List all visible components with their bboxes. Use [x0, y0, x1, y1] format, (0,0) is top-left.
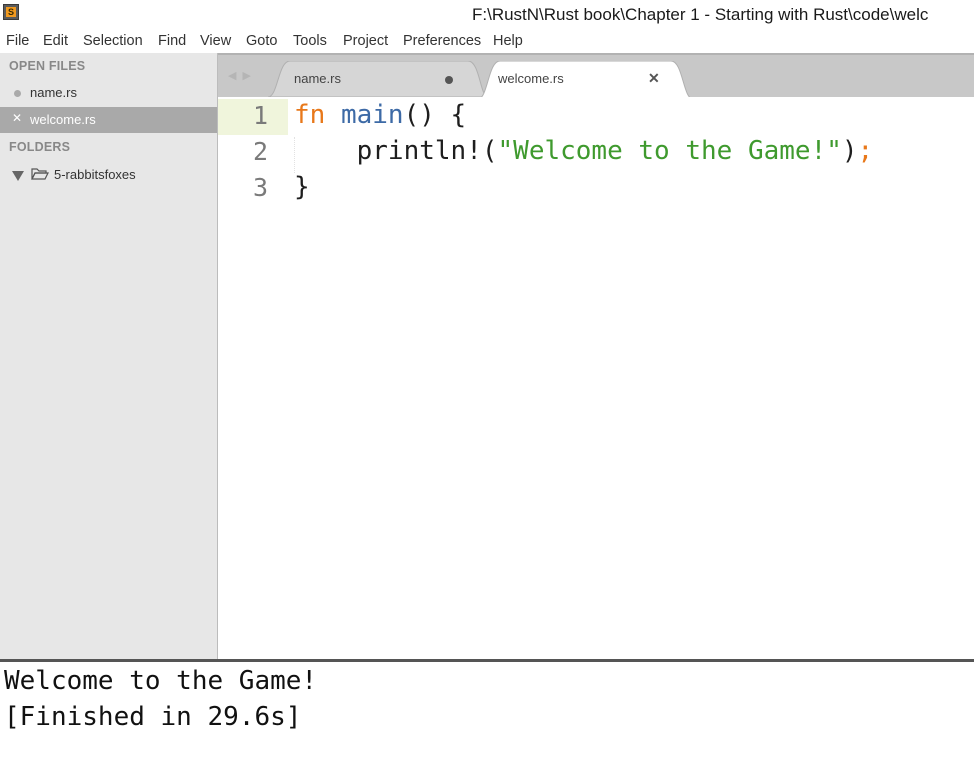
menu-edit[interactable]: Edit — [43, 33, 68, 49]
open-file-label: name.rs — [30, 85, 77, 100]
menu-file[interactable]: File — [6, 33, 29, 49]
sublime-app-icon[interactable]: S — [3, 4, 19, 20]
menu-find[interactable]: Find — [158, 33, 186, 49]
title-bar: S F:\RustN\Rust book\Chapter 1 - Startin… — [0, 0, 974, 31]
unsaved-dot-icon[interactable] — [445, 76, 453, 84]
function-name: main — [340, 100, 404, 130]
folder-label: 5-rabbitsfoxes — [54, 167, 136, 182]
semicolon: ; — [857, 136, 874, 166]
folder-5-rabbitsfoxes[interactable]: 5-rabbitsfoxes — [0, 164, 217, 184]
code-line-3: } — [294, 172, 310, 202]
tab-label: name.rs — [294, 71, 341, 86]
modified-dot-icon — [14, 90, 21, 97]
window-title: F:\RustN\Rust book\Chapter 1 - Starting … — [472, 5, 929, 24]
code-line-1: fn main() { — [294, 100, 466, 130]
menu-goto[interactable]: Goto — [246, 33, 277, 49]
line-number: 3 — [252, 173, 268, 202]
menu-selection[interactable]: Selection — [83, 33, 143, 49]
tab-name-rs[interactable]: name.rs — [268, 61, 488, 97]
close-tab-icon[interactable]: ✕ — [648, 70, 660, 87]
code-editor[interactable]: 1 2 3 fn main() { println!("Welcome to t… — [218, 97, 974, 659]
line-number: 1 — [252, 101, 268, 130]
build-output-panel[interactable]: Welcome to the Game! [Finished in 29.6s] — [0, 662, 974, 763]
tab-welcome-rs[interactable]: welcome.rs ✕ — [478, 61, 693, 99]
code-text: } — [294, 172, 310, 202]
expand-triangle-icon[interactable] — [12, 171, 24, 181]
code-text: () { — [403, 100, 467, 130]
sidebar: OPEN FILES name.rs ✕ welcome.rs FOLDERS … — [0, 53, 218, 659]
keyword-fn: fn — [294, 100, 326, 130]
menu-tools[interactable]: Tools — [293, 33, 327, 49]
app-icon-letter: S — [6, 7, 16, 17]
folders-header: FOLDERS — [9, 140, 71, 154]
menu-help[interactable]: Help — [493, 33, 523, 49]
tab-nav-arrows-icon[interactable]: ◀▶ — [228, 69, 257, 82]
menu-view[interactable]: View — [200, 33, 231, 49]
macro-call: println!( — [356, 136, 498, 166]
code-text: ) — [841, 136, 858, 166]
code-line-2: println!("Welcome to the Game!"); — [294, 136, 874, 166]
line-number: 2 — [252, 137, 268, 166]
open-file-name-rs[interactable]: name.rs — [0, 80, 217, 106]
output-line: [Finished in 29.6s] — [4, 702, 302, 732]
folder-open-icon — [31, 168, 49, 180]
tab-label: welcome.rs — [498, 71, 564, 86]
menu-project[interactable]: Project — [343, 33, 388, 49]
open-file-welcome-rs[interactable]: ✕ welcome.rs — [0, 107, 217, 133]
string-literal: "Welcome to the Game!" — [497, 136, 842, 166]
open-file-label: welcome.rs — [30, 112, 96, 127]
output-line: Welcome to the Game! — [4, 666, 318, 696]
tab-bar: ◀▶ name.rs welcome.rs ✕ — [218, 53, 974, 99]
open-files-header: OPEN FILES — [9, 59, 86, 73]
menu-bar: File Edit Selection Find View Goto Tools… — [0, 31, 974, 53]
close-file-icon[interactable]: ✕ — [12, 111, 22, 125]
menu-preferences[interactable]: Preferences — [403, 33, 481, 49]
